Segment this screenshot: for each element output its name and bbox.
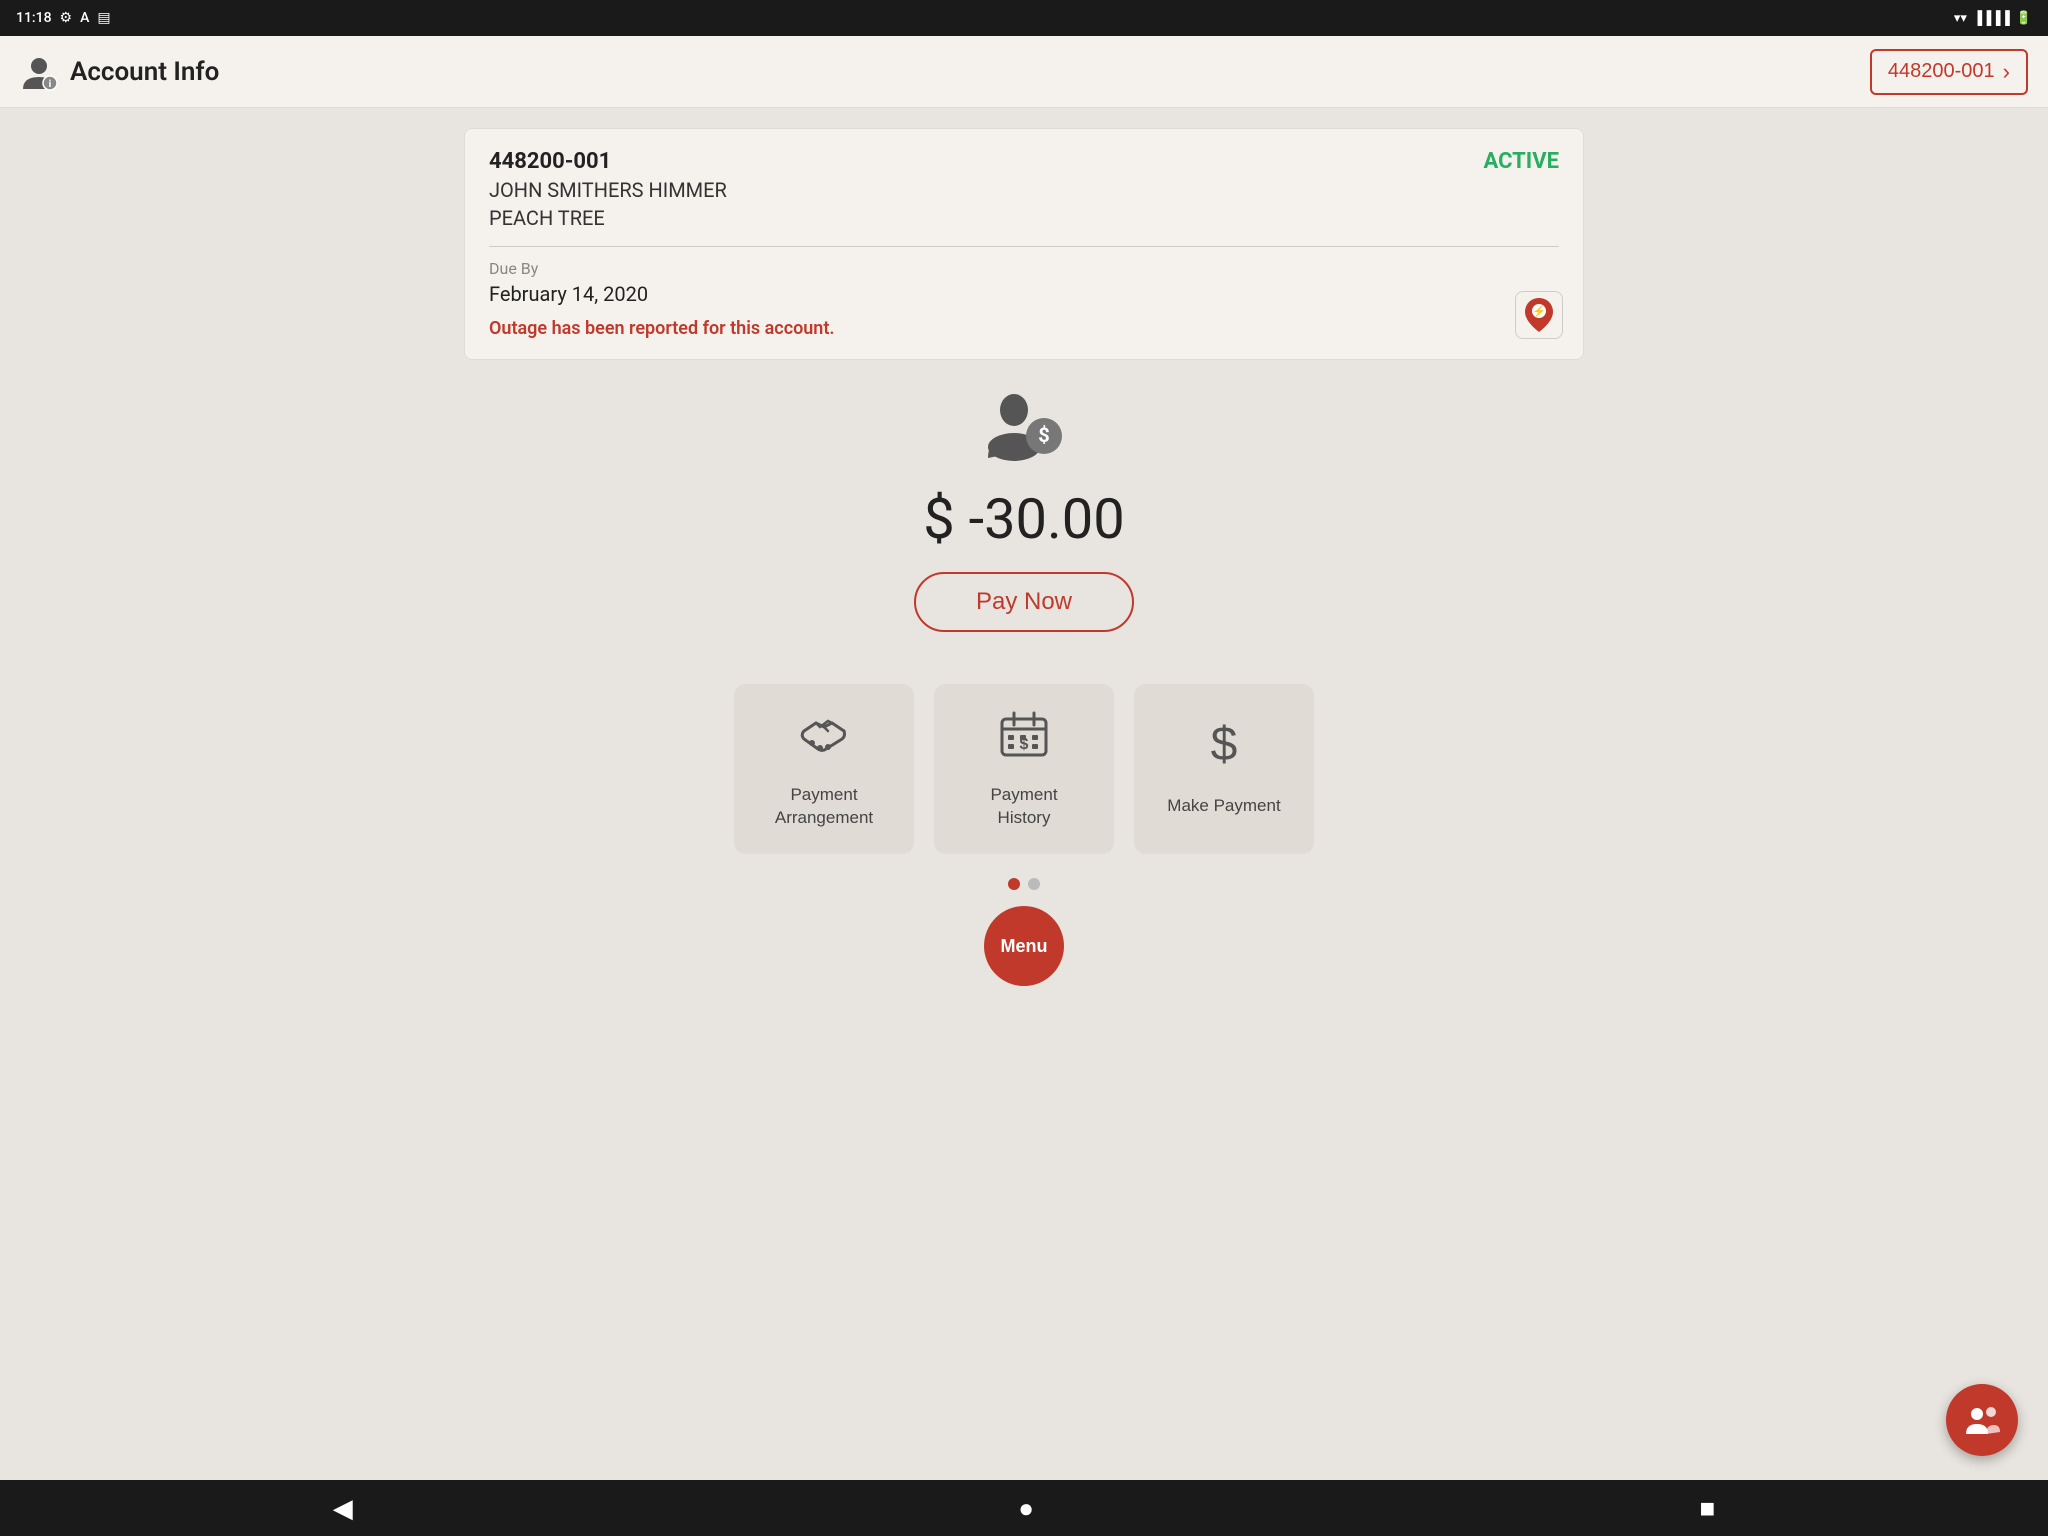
nav-bar: i Account Info 448200-001 › bbox=[0, 36, 2048, 108]
time-display: 11:18 bbox=[16, 10, 52, 26]
outage-location-button[interactable]: ⚡ bbox=[1515, 291, 1563, 339]
calendar-dollar-icon: $ bbox=[998, 709, 1050, 772]
home-button[interactable]: ● bbox=[986, 1485, 1066, 1532]
person-dollar-icon: $ bbox=[984, 392, 1064, 462]
action-tiles-container: PaymentArrangement $ PaymentHistory bbox=[734, 684, 1314, 854]
chevron-right-icon: › bbox=[2003, 59, 2010, 85]
account-location: PEACH TREE bbox=[489, 206, 1559, 230]
due-date: February 14, 2020 bbox=[489, 282, 1559, 306]
make-payment-tile[interactable]: $ Make Payment bbox=[1134, 684, 1314, 854]
sim-icon: ▤ bbox=[97, 10, 110, 26]
dot-1 bbox=[1008, 878, 1020, 890]
back-button[interactable]: ◀ bbox=[301, 1485, 385, 1532]
bottom-nav: ◀ ● ■ bbox=[0, 1480, 2048, 1536]
accessibility-icon: A bbox=[80, 10, 89, 26]
svg-text:⚡: ⚡ bbox=[1532, 305, 1546, 318]
status-right: ▾▾ ▐▐▐▐ 🔋 bbox=[1954, 10, 2032, 26]
account-status: ACTIVE bbox=[1484, 149, 1560, 174]
menu-button[interactable]: Menu bbox=[984, 906, 1064, 986]
dollar-sign-icon: $ bbox=[1198, 720, 1250, 783]
account-card-header: 448200-001 ACTIVE bbox=[489, 149, 1559, 174]
nav-left: i Account Info bbox=[20, 53, 219, 91]
make-payment-label: Make Payment bbox=[1167, 795, 1280, 817]
account-number-label: 448200-001 bbox=[1888, 60, 1995, 83]
account-selector-button[interactable]: 448200-001 › bbox=[1870, 49, 2028, 95]
dot-2 bbox=[1028, 878, 1040, 890]
card-divider bbox=[489, 246, 1559, 247]
pay-now-button[interactable]: Pay Now bbox=[914, 572, 1134, 632]
recents-button[interactable]: ■ bbox=[1668, 1485, 1748, 1532]
battery-icon: 🔋 bbox=[2016, 11, 2032, 26]
people-icon bbox=[1964, 1402, 2000, 1438]
payment-arrangement-tile[interactable]: PaymentArrangement bbox=[734, 684, 914, 854]
balance-section: $ $ -30.00 Pay Now bbox=[914, 392, 1134, 632]
outage-message: Outage has been reported for this accoun… bbox=[489, 318, 1559, 339]
payment-arrangement-label: PaymentArrangement bbox=[775, 784, 873, 828]
settings-icon: ⚙ bbox=[60, 10, 73, 26]
person-info-icon: i bbox=[20, 53, 58, 91]
status-bar: 11:18 ⚙ A ▤ ▾▾ ▐▐▐▐ 🔋 bbox=[0, 0, 2048, 36]
account-number: 448200-001 bbox=[489, 149, 611, 174]
outage-pin-icon: ⚡ bbox=[1524, 298, 1554, 332]
account-holder-name: JOHN SMITHERS HIMMER bbox=[489, 178, 1559, 202]
contacts-fab-button[interactable] bbox=[1946, 1384, 2018, 1456]
wifi-icon: ▾▾ bbox=[1954, 11, 1967, 26]
svg-text:$: $ bbox=[1038, 423, 1049, 447]
handshake-icon bbox=[798, 709, 850, 772]
pagination-dots bbox=[1008, 878, 1040, 890]
account-card: 448200-001 ACTIVE JOHN SMITHERS HIMMER P… bbox=[464, 128, 1584, 360]
status-left: 11:18 ⚙ A ▤ bbox=[16, 10, 111, 26]
payment-history-tile[interactable]: $ PaymentHistory bbox=[934, 684, 1114, 854]
svg-text:$: $ bbox=[1211, 720, 1238, 771]
payment-history-label: PaymentHistory bbox=[990, 784, 1057, 828]
account-balance-icon: $ bbox=[984, 392, 1064, 478]
signal-icon: ▐▐▐▐ bbox=[1973, 10, 2010, 26]
svg-text:i: i bbox=[49, 79, 52, 90]
main-content: 448200-001 ACTIVE JOHN SMITHERS HIMMER P… bbox=[0, 108, 2048, 1480]
balance-amount: $ -30.00 bbox=[923, 486, 1125, 552]
page-title: Account Info bbox=[70, 57, 219, 87]
due-by-label: Due By bbox=[489, 259, 1559, 278]
